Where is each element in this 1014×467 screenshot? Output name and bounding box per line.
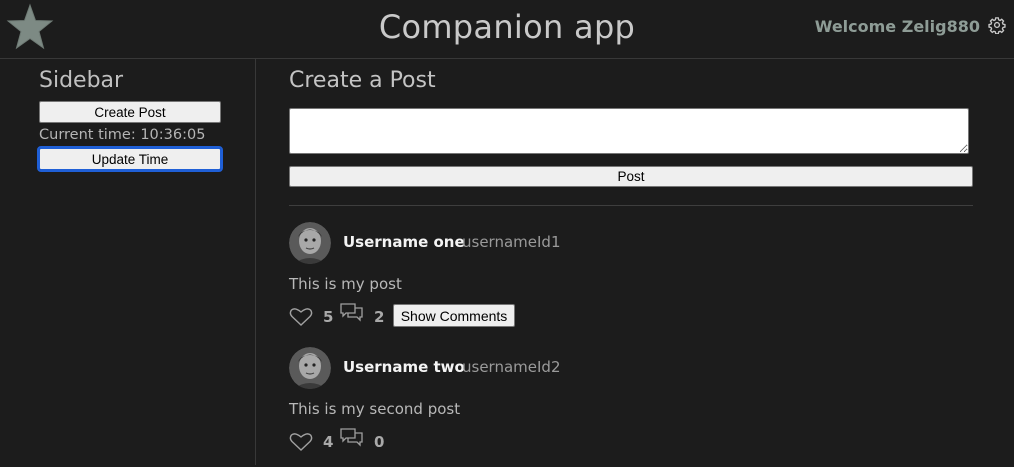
avatar xyxy=(289,347,331,389)
create-post-button[interactable]: Create Post xyxy=(39,101,221,123)
post-textarea[interactable] xyxy=(289,108,969,154)
heart-icon[interactable] xyxy=(289,307,313,327)
like-count: 4 xyxy=(323,433,334,451)
post-handle: usernameId2 xyxy=(462,358,561,376)
sidebar: Sidebar Create Post Current time: 10:36:… xyxy=(5,59,256,465)
post-item: Username two usernameId2 This is my seco… xyxy=(289,347,979,467)
post-username: Username two xyxy=(343,358,465,376)
divider xyxy=(289,205,973,206)
gear-icon[interactable] xyxy=(988,16,1006,34)
post-item: Username one usernameId1 This is my post… xyxy=(289,222,979,342)
post-text: This is my post xyxy=(289,275,402,293)
main-content: Create a Post Post Username one username… xyxy=(256,59,1014,465)
show-comments-button[interactable]: Show Comments xyxy=(393,304,515,327)
app-header: Companion app Welcome Zelig880 xyxy=(0,0,1014,59)
post-text: This is my second post xyxy=(289,400,461,418)
comment-icon[interactable] xyxy=(340,428,364,450)
heart-icon[interactable] xyxy=(289,432,313,452)
post-handle: usernameId1 xyxy=(462,233,561,251)
comment-count: 2 xyxy=(374,308,385,326)
comment-icon[interactable] xyxy=(340,303,364,325)
post-username: Username one xyxy=(343,233,465,251)
create-post-title: Create a Post xyxy=(289,68,436,93)
like-count: 5 xyxy=(323,308,334,326)
current-time-text: Current time: 10:36:05 xyxy=(39,127,206,143)
sidebar-title: Sidebar xyxy=(39,68,124,93)
welcome-text: Welcome Zelig880 xyxy=(814,17,980,36)
post-button[interactable]: Post xyxy=(289,166,973,187)
avatar xyxy=(289,222,331,264)
comment-count: 0 xyxy=(374,433,385,451)
update-time-button[interactable]: Update Time xyxy=(37,146,223,172)
